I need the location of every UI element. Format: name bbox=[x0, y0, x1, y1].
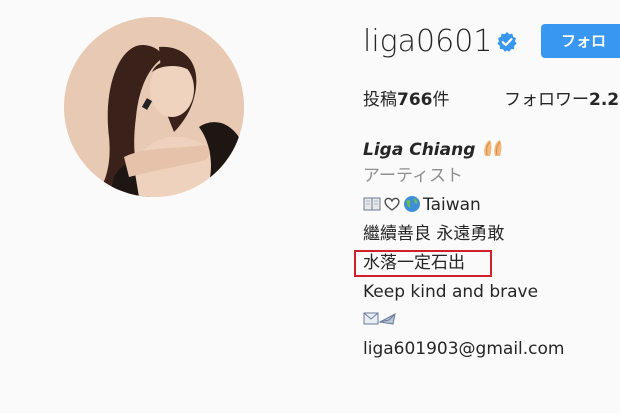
annotation-highlight-box bbox=[354, 250, 492, 277]
hands-emoji-icon bbox=[484, 140, 502, 156]
bio-category: アーティスト bbox=[363, 166, 463, 186]
posts-count: 投稿766件 bbox=[363, 89, 450, 111]
avatar-image bbox=[64, 17, 244, 197]
posts-number: 766 bbox=[397, 90, 433, 110]
follow-button[interactable]: フォロ bbox=[541, 24, 620, 58]
heart-emoji-icon bbox=[384, 197, 400, 211]
mail-emoji-icon bbox=[363, 312, 396, 325]
bio-chinese-line-1: 繼續善良 永遠勇敢 bbox=[363, 224, 505, 244]
bio-mail-line bbox=[363, 309, 397, 331]
bio-name-text: Liga Chiang bbox=[363, 140, 476, 160]
followers-number: 2.2 bbox=[589, 90, 620, 110]
followers-link[interactable]: フォロワー2.2 bbox=[504, 89, 619, 111]
posts-prefix: 投稿 bbox=[363, 90, 397, 110]
globe-emoji-icon bbox=[404, 196, 420, 212]
bio-location-line: Taiwan bbox=[363, 194, 481, 216]
posts-suffix: 件 bbox=[432, 90, 450, 110]
bio-full-name: Liga Chiang bbox=[363, 138, 507, 161]
bio-location-text: Taiwan bbox=[423, 195, 481, 215]
book-emoji-icon bbox=[363, 197, 381, 211]
verified-badge-icon bbox=[497, 32, 517, 52]
profile-avatar[interactable] bbox=[64, 17, 244, 197]
follow-button-label: フォロ bbox=[561, 32, 607, 50]
bio-english-line: Keep kind and brave bbox=[363, 282, 539, 302]
bio-email-link[interactable]: liga601903@gmail.com bbox=[363, 338, 564, 360]
profile-username: liga0601 bbox=[363, 24, 493, 59]
followers-prefix: フォロワー bbox=[504, 90, 589, 110]
